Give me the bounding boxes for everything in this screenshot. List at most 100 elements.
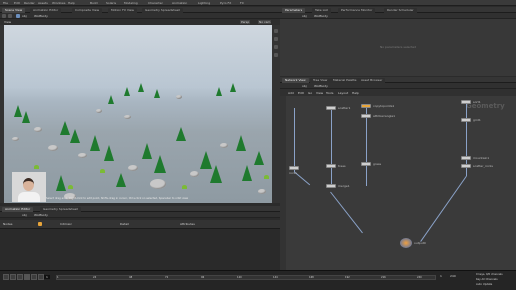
tick-label: 168 (309, 276, 314, 279)
node-label-copytopoints1: copytopoints1 (373, 104, 395, 108)
node-label-rocks: rocks (289, 171, 297, 175)
net-menu-view[interactable]: View (316, 91, 323, 95)
network-node-merge1[interactable] (326, 184, 336, 188)
key-all-channels-button[interactable]: Key All Channels (476, 278, 498, 281)
shelf-animation[interactable]: Animation (172, 1, 187, 5)
play-button[interactable] (31, 274, 37, 280)
grass-instance (100, 169, 105, 173)
network-node-copytopoints1[interactable] (361, 104, 371, 108)
rock-instance (12, 137, 19, 141)
node-pin-icon[interactable] (38, 222, 42, 226)
network-editor[interactable]: Geometry scatter1 copytopoints1 attribwr… (286, 96, 516, 274)
net-menu-add[interactable]: Add (288, 91, 294, 95)
menu-edit[interactable]: Edit (14, 1, 20, 5)
shelf-modeling[interactable]: Modeling (124, 1, 138, 5)
detail-field[interactable]: Detail (120, 222, 129, 226)
node-label-scatter-rocks: scatter_rocks (473, 164, 493, 168)
display-option-icon[interactable] (274, 45, 278, 49)
jump-start-button[interactable] (3, 274, 9, 280)
shelf-solaris[interactable]: Solaris (106, 1, 116, 5)
network-node-grid1[interactable] (461, 118, 471, 122)
tick-label: 1 (57, 276, 59, 279)
shelf-lighting[interactable]: Lighting (198, 1, 210, 5)
shelf-build[interactable]: Build (90, 1, 98, 5)
network-node-trees[interactable] (326, 164, 336, 168)
network-node-scatter1[interactable] (326, 106, 336, 110)
network-node-scatter-rocks[interactable] (461, 164, 471, 168)
step-back-button[interactable] (10, 274, 16, 280)
network-node-mountain1[interactable] (461, 156, 471, 160)
node-wire (420, 175, 467, 242)
net-menu-edit[interactable]: Edit (298, 91, 304, 95)
rock-instance (258, 189, 266, 194)
lower-path-obj[interactable]: obj (22, 213, 27, 217)
net-menu-tools[interactable]: Tools (326, 91, 333, 95)
shelf-pyrofx[interactable]: Pyro FX (220, 1, 231, 5)
tree-instance (254, 151, 264, 165)
viewer-path-node[interactable]: Wolfbody (34, 14, 48, 18)
range-start-field[interactable]: 1 (440, 274, 442, 278)
rock-instance (124, 115, 131, 119)
menu-help[interactable]: Help (68, 1, 75, 5)
nodes-label: Nodes (3, 222, 13, 226)
network-path-node[interactable]: Wolfbody (314, 84, 328, 88)
camera-select-button[interactable]: No cam (258, 20, 272, 24)
param-path-node[interactable]: Wolfbody (314, 14, 328, 18)
presenter-shirt (18, 192, 40, 202)
network-node-output0[interactable] (400, 238, 412, 248)
timeline-track[interactable]: 1 24 48 72 96 120 144 168 192 216 240 (56, 275, 436, 280)
back-arrow-icon[interactable] (2, 14, 6, 18)
tree-instance (90, 135, 100, 151)
forward-arrow-icon[interactable] (8, 14, 12, 18)
tree-instance (22, 111, 30, 123)
display-option-icon[interactable] (274, 53, 278, 57)
tree-instance (216, 87, 222, 96)
tree-instance (230, 83, 236, 92)
spreadsheet-body[interactable] (0, 228, 280, 270)
play-reverse-button[interactable] (17, 274, 23, 280)
network-node-attribwrangle1[interactable] (361, 114, 371, 118)
net-menu-help[interactable]: Help (352, 91, 359, 95)
rock-instance (34, 127, 42, 132)
auto-update-toggle[interactable]: Auto Update (476, 283, 492, 286)
shelf-character[interactable]: Character (148, 1, 163, 5)
lower-path-node[interactable]: Wolfbody (34, 213, 48, 217)
net-menu-go[interactable]: Go (308, 91, 312, 95)
viewer-path-obj[interactable]: obj (22, 14, 27, 18)
current-frame-field[interactable]: 1 (44, 275, 50, 279)
rock-instance (220, 143, 228, 148)
display-option-icon[interactable] (274, 37, 278, 41)
shelf-fx[interactable]: FX (240, 1, 244, 5)
lower-left-pathbar: obj Wolfbody (0, 212, 280, 218)
menu-render[interactable]: Render (24, 1, 35, 5)
network-path-obj[interactable]: obj (302, 84, 307, 88)
tick-label: 96 (201, 276, 205, 279)
range-end-field[interactable]: 240 (450, 274, 456, 278)
tree-instance (108, 95, 114, 104)
grass-instance (182, 185, 187, 189)
network-menubar: Add Edit Go View Tools Layout Help (280, 89, 516, 96)
node-label-trees: trees (338, 164, 346, 168)
node-wire (331, 108, 332, 186)
menu-windows[interactable]: Windows (52, 1, 65, 5)
network-node-sort1[interactable] (461, 100, 471, 104)
network-node-grass[interactable] (361, 162, 371, 166)
node-label-output0: output0 (414, 241, 426, 245)
display-option-icon[interactable] (274, 29, 278, 33)
intrinsic-field[interactable]: Intrinsic (60, 222, 72, 226)
network-node-rocks[interactable] (289, 166, 299, 170)
viewer-status-hint: Select drag area, Right-click to edit po… (46, 197, 189, 200)
camera-persp-button[interactable]: Persp (240, 20, 251, 24)
network-watermark: Geometry (466, 102, 505, 110)
playbar: 1 1 24 48 72 96 120 144 168 192 216 240 … (0, 270, 516, 290)
menu-file[interactable]: File (3, 1, 8, 5)
attributes-field[interactable]: Attributes (180, 222, 195, 226)
presenter-webcam-overlay (12, 172, 46, 202)
node-wire (294, 108, 295, 172)
stop-button[interactable] (24, 274, 30, 280)
param-path-obj[interactable]: obj (302, 14, 307, 18)
menu-assets[interactable]: Assets (38, 1, 48, 5)
net-menu-layout[interactable]: Layout (338, 91, 348, 95)
parameters-empty-text: No parameters selected (380, 45, 417, 49)
tree-instance (124, 87, 130, 96)
